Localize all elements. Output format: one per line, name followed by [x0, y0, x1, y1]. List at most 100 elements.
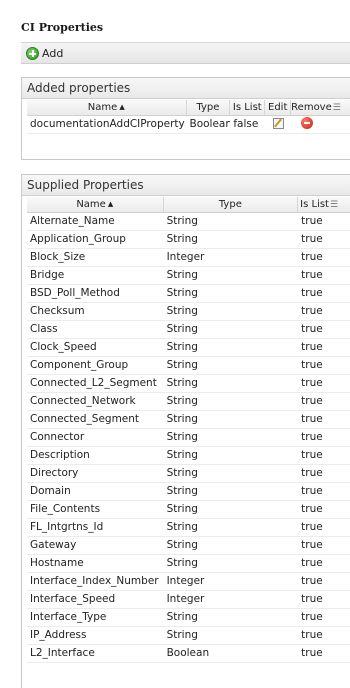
- cell-name: Hostname: [30, 557, 84, 569]
- table-row[interactable]: L2_Interface Boolean true: [27, 645, 350, 663]
- table-row[interactable]: Connector String true: [27, 429, 350, 447]
- table-row[interactable]: documentationAddCIProperty Boolean false: [27, 116, 350, 134]
- cell-type: Boolean: [189, 118, 231, 130]
- cell-name: L2_Interface: [30, 647, 95, 659]
- table-row[interactable]: Connected_L2_Segment String true: [27, 375, 350, 393]
- table-row[interactable]: Interface_Index_Number Integer true: [27, 573, 350, 591]
- supplied-properties-grid: Name ▲ Type Is List☰ Alternate_Name String…: [27, 197, 350, 663]
- table-row[interactable]: Hostname String true: [27, 555, 350, 573]
- column-header-type[interactable]: Type: [187, 100, 231, 115]
- cell-is-list: true: [301, 503, 323, 515]
- cell-type: Boolean: [166, 647, 210, 659]
- toolbar: Add: [21, 42, 350, 64]
- column-menu-icon[interactable]: ☰: [333, 103, 341, 113]
- column-menu-icon[interactable]: ☰: [330, 200, 338, 210]
- table-row[interactable]: Clock_Speed String true: [27, 339, 350, 357]
- cell-type: Integer: [166, 593, 205, 605]
- cell-type: Integer: [166, 575, 205, 587]
- cell-type: String: [166, 215, 198, 227]
- cell-name: Clock_Speed: [30, 341, 97, 353]
- cell-type: String: [166, 611, 198, 623]
- added-properties-grid: Name ▲ Type Is List Edit Remove☰ document…: [27, 100, 350, 134]
- table-row[interactable]: Component_Group String true: [27, 357, 350, 375]
- cell-type: String: [166, 341, 198, 353]
- edit-icon[interactable]: [272, 118, 284, 129]
- cell-name: Component_Group: [30, 359, 129, 371]
- table-row[interactable]: Directory String true: [27, 465, 350, 483]
- remove-icon[interactable]: [301, 117, 314, 129]
- cell-type: String: [166, 287, 198, 299]
- table-row[interactable]: Gateway String true: [27, 537, 350, 555]
- column-header-edit[interactable]: Edit: [265, 100, 292, 115]
- cell-type: String: [166, 233, 198, 245]
- table-row[interactable]: IP_Address String true: [27, 627, 350, 645]
- cell-is-list: true: [301, 341, 323, 353]
- column-header-name[interactable]: Name ▲: [27, 197, 164, 212]
- cell-name: Interface_Speed: [30, 593, 116, 605]
- cell-is-list: true: [301, 449, 323, 461]
- add-button-label: Add: [42, 47, 64, 60]
- cell-name: IP_Address: [30, 629, 87, 641]
- cell-name: Alternate_Name: [30, 215, 115, 227]
- cell-is-list: true: [301, 395, 323, 407]
- cell-type: String: [166, 377, 198, 389]
- cell-name: BSD_Poll_Method: [30, 287, 120, 299]
- table-row[interactable]: Class String true: [27, 321, 350, 339]
- cell-is-list: true: [301, 485, 323, 497]
- column-header-is-list[interactable]: Is List☰: [298, 197, 350, 212]
- table-row[interactable]: Application_Group String true: [27, 231, 350, 249]
- table-row[interactable]: Connected_Segment String true: [27, 411, 350, 429]
- cell-is-list: true: [301, 269, 323, 281]
- cell-type: String: [166, 431, 198, 443]
- cell-type: String: [166, 503, 198, 515]
- table-row[interactable]: Block_Size Integer true: [27, 249, 350, 267]
- cell-is-list: true: [301, 287, 323, 299]
- table-row[interactable]: Alternate_Name String true: [27, 213, 350, 231]
- table-row[interactable]: Bridge String true: [27, 267, 350, 285]
- cell-is-list: true: [301, 647, 323, 659]
- cell-name: Description: [30, 449, 90, 461]
- cell-name: Checksum: [30, 305, 85, 317]
- cell-type: String: [166, 395, 198, 407]
- table-row[interactable]: File_Contents String true: [27, 501, 350, 519]
- cell-name: Class: [30, 323, 58, 335]
- cell-type: Integer: [166, 251, 205, 263]
- cell-name: Connected_L2_Segment: [30, 377, 157, 389]
- cell-type: String: [166, 557, 198, 569]
- add-button[interactable]: Add: [26, 46, 63, 61]
- column-header-name[interactable]: Name ▲: [27, 100, 187, 115]
- cell-name: Interface_Index_Number: [30, 575, 159, 587]
- table-row[interactable]: Description String true: [27, 447, 350, 465]
- column-header-type[interactable]: Type: [164, 197, 299, 212]
- column-header-remove[interactable]: Remove☰: [291, 100, 350, 115]
- cell-is-list: true: [301, 575, 323, 587]
- table-row[interactable]: BSD_Poll_Method String true: [27, 285, 350, 303]
- cell-type: String: [166, 449, 198, 461]
- table-row[interactable]: Interface_Type String true: [27, 609, 350, 627]
- cell-is-list: true: [301, 305, 323, 317]
- column-header-is-list[interactable]: Is List: [230, 100, 266, 115]
- cell-is-list: true: [301, 557, 323, 569]
- cell-is-list: true: [301, 539, 323, 551]
- cell-type: String: [166, 359, 198, 371]
- table-row[interactable]: Connected_Network String true: [27, 393, 350, 411]
- cell-type: String: [166, 485, 198, 497]
- cell-is-list: true: [301, 215, 323, 227]
- supplied-properties-header: Supplied Properties: [22, 175, 350, 196]
- cell-name: Directory: [30, 467, 79, 479]
- table-row[interactable]: Checksum String true: [27, 303, 350, 321]
- cell-is-list: true: [301, 593, 323, 605]
- added-properties-panel: Added properties Name ▲ Type Is List Edit…: [21, 77, 350, 160]
- cell-is-list: true: [301, 323, 323, 335]
- table-row[interactable]: FL_Intgrtns_Id String true: [27, 519, 350, 537]
- cell-name: Domain: [30, 485, 71, 497]
- cell-type: String: [166, 539, 198, 551]
- cell-name: documentationAddCIProperty: [30, 118, 185, 130]
- cell-name: Connector: [30, 431, 85, 443]
- cell-is-list: true: [301, 431, 323, 443]
- table-row[interactable]: Interface_Speed Integer true: [27, 591, 350, 609]
- cell-name: FL_Intgrtns_Id: [30, 521, 104, 533]
- table-row[interactable]: Domain String true: [27, 483, 350, 501]
- cell-type: String: [166, 521, 198, 533]
- supplied-properties-panel: Supplied Properties Name ▲ Type Is List☰ …: [21, 174, 350, 688]
